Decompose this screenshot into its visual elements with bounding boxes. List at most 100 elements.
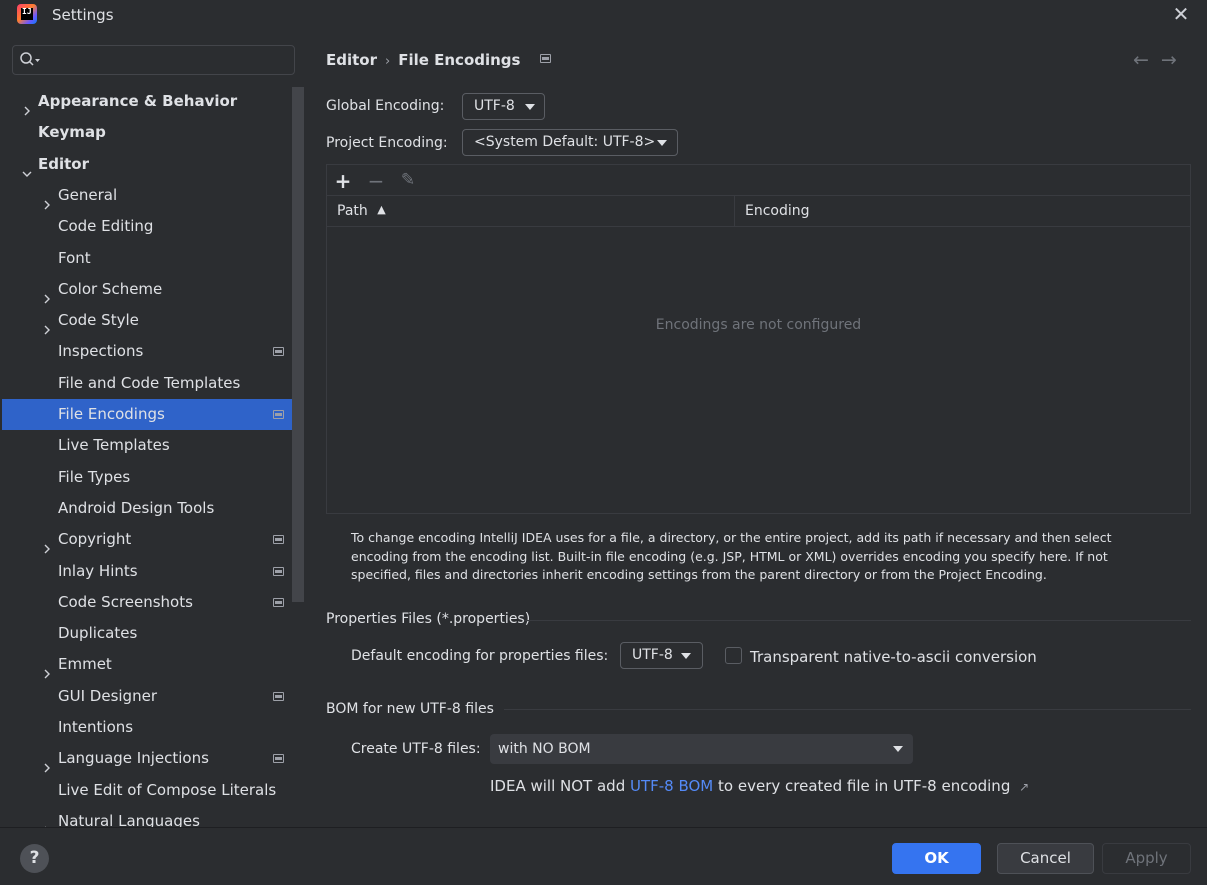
project-scope-icon [273, 598, 284, 607]
sidebar-item-file-types[interactable]: File Types [2, 462, 304, 493]
sidebar-item-label: Editor [38, 155, 89, 173]
sidebar-item-appearance-behavior[interactable]: Appearance & Behavior [2, 86, 304, 117]
cancel-button[interactable]: Cancel [997, 843, 1094, 874]
sidebar-item-label: File and Code Templates [58, 374, 241, 392]
sidebar-item-label: General [58, 186, 118, 204]
bom-dropdown[interactable]: with NO BOM [490, 734, 913, 764]
edit-icon[interactable]: ✎ [398, 170, 418, 190]
sidebar-item-code-style[interactable]: Code Style [2, 305, 304, 336]
apply-button[interactable]: Apply [1102, 843, 1191, 874]
sidebar-item-copyright[interactable]: Copyright [2, 524, 304, 555]
table-header: Path ▲ Encoding [327, 196, 1190, 227]
sidebar-item-live-templates[interactable]: Live Templates [2, 430, 304, 461]
encoding-help-text: To change encoding IntelliJ IDEA uses fo… [351, 530, 1112, 582]
sidebar-item-label: File Types [58, 468, 131, 486]
properties-encoding-dropdown[interactable]: UTF-8 [620, 642, 703, 669]
sidebar-item-live-edit-of-compose-literals[interactable]: Live Edit of Compose Literals [2, 775, 304, 806]
project-scope-icon [273, 535, 284, 544]
chevron-right-icon[interactable] [42, 315, 52, 335]
sidebar-item-label: Copyright [58, 530, 132, 548]
sidebar-scrollbar[interactable] [292, 87, 304, 602]
sidebar-item-file-encodings[interactable]: File Encodings [2, 399, 304, 430]
sidebar-item-label: Color Scheme [58, 280, 163, 298]
transparent-conversion-label[interactable]: Transparent native-to-ascii conversion [750, 648, 1037, 666]
global-encoding-label: Global Encoding: [326, 98, 445, 114]
chevron-right-icon[interactable] [42, 753, 52, 773]
intellij-logo-icon: IJ [17, 4, 37, 24]
sidebar-item-android-design-tools[interactable]: Android Design Tools [2, 493, 304, 524]
sidebar-item-color-scheme[interactable]: Color Scheme [2, 274, 304, 305]
sidebar-item-language-injections[interactable]: Language Injections [2, 743, 304, 774]
chevron-right-icon[interactable] [42, 534, 52, 554]
close-icon[interactable]: ✕ [1170, 2, 1192, 26]
project-encoding-dropdown[interactable]: <System Default: UTF-8> [462, 129, 678, 156]
global-encoding-value: UTF-8 [474, 98, 515, 114]
sidebar-item-gui-designer[interactable]: GUI Designer [2, 681, 304, 712]
bom-note: IDEA will NOT add UTF-8 BOM to every cre… [490, 777, 1029, 795]
search-field[interactable] [12, 45, 295, 75]
chevron-right-icon[interactable] [42, 190, 52, 210]
sidebar-item-label: Keymap [38, 123, 106, 141]
chevron-right-icon[interactable] [42, 284, 52, 304]
settings-sidebar: Appearance & Behavior Keymap Editor General… [0, 32, 305, 836]
sidebar-item-label: GUI Designer [58, 687, 157, 705]
external-link-icon[interactable]: ↗ [1019, 780, 1029, 794]
help-button[interactable]: ? [20, 844, 49, 873]
chevron-down-icon [525, 104, 535, 110]
remove-icon[interactable]: − [366, 169, 386, 193]
project-scope-icon [273, 347, 284, 356]
breadcrumb-separator: › [385, 54, 391, 69]
chevron-down-icon [681, 653, 691, 659]
sidebar-item-label: Live Templates [58, 436, 170, 454]
sidebar-item-label: Code Style [58, 311, 139, 329]
column-path-label: Path [337, 203, 368, 219]
sidebar-item-label: Language Injections [58, 749, 209, 767]
sidebar-item-label: File Encodings [58, 405, 165, 423]
sidebar-item-label: Android Design Tools [58, 499, 215, 517]
global-encoding-dropdown[interactable]: UTF-8 [462, 93, 545, 120]
bom-section-title: BOM for new UTF-8 files [326, 701, 494, 717]
forward-arrow-icon[interactable]: → [1161, 49, 1177, 71]
column-header-path[interactable]: Path ▲ [327, 196, 735, 227]
chevron-right-icon[interactable] [42, 659, 52, 679]
properties-default-label: Default encoding for properties files: [351, 648, 609, 664]
add-icon[interactable]: + [333, 169, 353, 193]
transparent-conversion-checkbox[interactable] [725, 647, 742, 664]
utf8-bom-link[interactable]: UTF-8 BOM [630, 777, 713, 795]
breadcrumb-parent[interactable]: Editor [326, 51, 377, 69]
ok-button[interactable]: OK [892, 843, 981, 874]
chevron-right-icon[interactable] [22, 96, 32, 116]
properties-section-title: Properties Files (*.properties) [326, 611, 531, 627]
bom-note-prefix: IDEA will NOT add [490, 777, 630, 795]
sidebar-item-inspections[interactable]: Inspections [2, 336, 304, 367]
project-scope-icon [273, 410, 284, 419]
create-utf8-label: Create UTF-8 files: [351, 741, 481, 757]
sidebar-item-keymap[interactable]: Keymap [2, 117, 304, 148]
column-header-encoding[interactable]: Encoding [735, 196, 1190, 227]
sidebar-item-label: Duplicates [58, 624, 138, 642]
table-empty-text: Encodings are not configured [655, 317, 862, 333]
table-toolbar: + − ✎ [327, 165, 1190, 196]
chevron-right-icon[interactable] [42, 816, 52, 836]
logo-text: IJ [22, 7, 32, 16]
sidebar-item-font[interactable]: Font [2, 243, 304, 274]
breadcrumb: Editor › File Encodings [326, 51, 551, 69]
sidebar-item-emmet[interactable]: Emmet [2, 649, 304, 680]
sidebar-item-duplicates[interactable]: Duplicates [2, 618, 304, 649]
project-scope-icon [273, 567, 284, 576]
sidebar-item-label: Font [58, 249, 91, 267]
search-input[interactable] [47, 49, 287, 71]
sidebar-item-file-and-code-templates[interactable]: File and Code Templates [2, 368, 304, 399]
sidebar-item-label: Code Screenshots [58, 593, 193, 611]
sidebar-item-code-screenshots[interactable]: Code Screenshots [2, 587, 304, 618]
sidebar-item-label: Appearance & Behavior [38, 92, 238, 110]
chevron-down-icon[interactable] [22, 159, 32, 177]
back-arrow-icon[interactable]: ← [1133, 49, 1149, 71]
sidebar-item-label: Code Editing [58, 217, 154, 235]
project-encoding-label: Project Encoding: [326, 135, 448, 151]
sidebar-item-inlay-hints[interactable]: Inlay Hints [2, 556, 304, 587]
sidebar-item-intentions[interactable]: Intentions [2, 712, 304, 743]
sidebar-item-general[interactable]: General [2, 180, 304, 211]
sidebar-item-code-editing[interactable]: Code Editing [2, 211, 304, 242]
sidebar-item-editor[interactable]: Editor [2, 149, 304, 180]
